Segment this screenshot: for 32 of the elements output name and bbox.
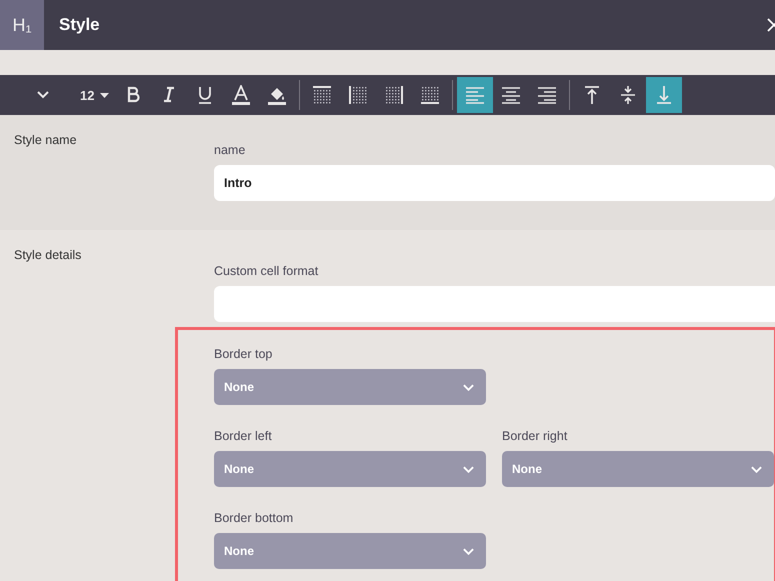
border-left-icon (348, 85, 368, 105)
section-heading: Style details (13, 247, 82, 264)
field-label: Border top (214, 347, 274, 361)
field-label: name (214, 143, 246, 157)
heading-badge: H₁ (0, 0, 44, 50)
paint-bucket-icon (267, 85, 288, 105)
field-label: Custom cell format (214, 264, 320, 278)
border-bottom-icon (420, 85, 440, 105)
chevron-down-icon[interactable] (36, 90, 50, 100)
border-right-icon (384, 85, 404, 105)
field-label: Border left (214, 429, 273, 443)
field-label: Border bottom (214, 511, 294, 525)
window-title: Style (59, 15, 101, 35)
caret-icon (100, 92, 110, 98)
dropdown[interactable]: None (214, 533, 486, 569)
font-size-dropdown[interactable]: 12 (74, 77, 116, 113)
dropdown[interactable]: None (214, 369, 486, 405)
align-right-icon (537, 85, 558, 105)
chevron-down-icon (463, 548, 474, 554)
format-field[interactable] (214, 286, 775, 322)
chevron-down-icon (751, 466, 762, 472)
border-top-icon (312, 85, 332, 105)
section-heading: Style name (13, 132, 78, 149)
dropdown[interactable]: None (502, 451, 774, 487)
name-field[interactable]: Intro (214, 165, 775, 201)
dropdown[interactable]: None (214, 451, 486, 487)
font-color-icon (231, 85, 252, 105)
chevron-down-icon (463, 384, 474, 390)
field-label: Border right (502, 429, 568, 443)
chevron-down-icon (463, 466, 474, 472)
align-left-icon (465, 85, 486, 105)
align-center-icon (501, 85, 522, 105)
